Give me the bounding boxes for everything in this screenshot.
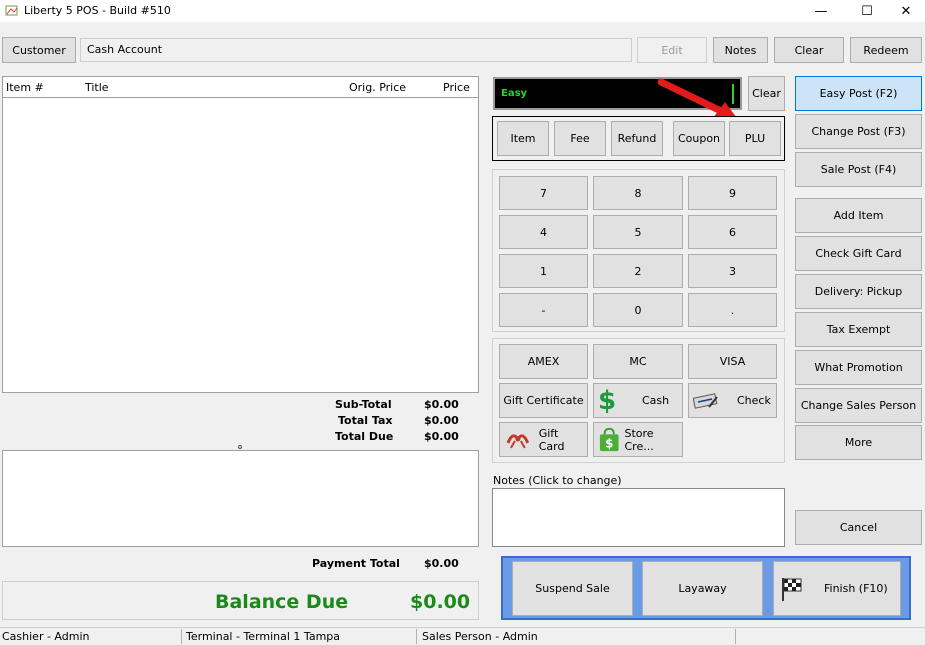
shopping-bag-icon: $ [599,427,619,451]
check-gift-card-button[interactable]: Check Gift Card [795,236,922,271]
close-button[interactable]: ✕ [883,0,925,22]
amex-button[interactable]: AMEX [499,344,588,379]
status-divider [735,629,736,644]
sale-post-button[interactable]: Sale Post (F4) [795,152,922,187]
col-item-number[interactable]: Item # [6,81,44,94]
col-orig-price[interactable]: Orig. Price [349,81,406,94]
header-clear-button[interactable]: Clear [774,37,844,63]
status-cashier: Cashier - Admin [2,630,90,643]
window-title: Liberty 5 POS - Build #510 [24,4,171,17]
cancel-button[interactable]: Cancel [795,510,922,545]
splitter-handle[interactable] [238,445,242,449]
check-icon [693,392,718,409]
status-divider [416,629,417,644]
check-button[interactable]: Check [688,383,777,418]
key-minus[interactable]: - [499,293,588,327]
layaway-button[interactable]: Layaway [642,561,763,616]
notes-button[interactable]: Notes [713,37,768,63]
total-due-label: Total Due [335,430,394,443]
notes-field[interactable] [492,488,785,547]
minimize-button[interactable]: — [798,0,844,22]
key-7[interactable]: 7 [499,176,588,210]
redeem-button[interactable]: Redeem [850,37,922,63]
easy-post-button[interactable]: Easy Post (F2) [795,76,922,111]
key-2[interactable]: 2 [593,254,683,288]
col-title[interactable]: Title [85,81,109,94]
total-tax-label: Total Tax [338,414,393,427]
customer-field[interactable]: Cash Account [80,38,632,62]
notes-label[interactable]: Notes (Click to change) [493,474,622,487]
tender-group: AMEX MC VISA Gift Certificate $ Cash Che… [492,338,785,463]
balance-due-label: Balance Due [215,591,349,613]
plu-mode-button[interactable]: PLU [729,121,781,156]
dollar-icon: $ [598,385,617,416]
key-5[interactable]: 5 [593,215,683,249]
change-sales-person-button[interactable]: Change Sales Person [795,388,922,423]
add-item-button[interactable]: Add Item [795,198,922,233]
gift-certificate-button[interactable]: Gift Certificate [499,383,588,418]
finish-button[interactable]: Finish (F10) [773,561,901,616]
fee-mode-button[interactable]: Fee [554,121,606,156]
subtotal-value: $0.00 [424,398,459,411]
check-label: Check [737,394,771,407]
key-8[interactable]: 8 [593,176,683,210]
edit-button[interactable]: Edit [637,37,707,63]
status-bar: Cashier - Admin Terminal - Terminal 1 Ta… [0,627,925,645]
checkered-flag-icon [782,577,802,601]
mc-button[interactable]: MC [593,344,683,379]
suspend-sale-button[interactable]: Suspend Sale [512,561,633,616]
key-0[interactable]: 0 [593,293,683,327]
display-mode-text: Easy [501,88,528,99]
key-9[interactable]: 9 [688,176,777,210]
title-bar: Liberty 5 POS - Build #510 — ☐ ✕ [0,0,925,22]
what-promotion-button[interactable]: What Promotion [795,350,922,385]
keypad: 7 8 9 4 5 6 1 2 3 - 0 . [492,169,785,332]
status-divider [181,629,182,644]
items-table[interactable]: Item # Title Orig. Price Price [2,76,479,393]
item-mode-button[interactable]: Item [497,121,549,156]
customer-button[interactable]: Customer [2,37,76,63]
store-credit-label: Store Cre... [624,426,654,453]
key-4[interactable]: 4 [499,215,588,249]
display-clear-button[interactable]: Clear [748,76,785,111]
mode-button-group: Item Fee Refund Coupon PLU [492,116,785,161]
items-table-header: Item # Title Orig. Price Price [3,77,478,98]
sale-actions-panel: Suspend Sale Layaway Finish (F10) [501,556,911,620]
key-1[interactable]: 1 [499,254,588,288]
store-credit-button[interactable]: $ Store Cre... [593,422,683,457]
status-terminal: Terminal - Terminal 1 Tampa [186,630,341,643]
coupon-mode-button[interactable]: Coupon [673,121,725,156]
delivery-pickup-button[interactable]: Delivery: Pickup [795,274,922,309]
visa-button[interactable]: VISA [688,344,777,379]
subtotal-label: Sub-Total [335,398,392,411]
key-6[interactable]: 6 [688,215,777,249]
more-button[interactable]: More [795,425,922,460]
payments-table[interactable] [2,450,479,547]
total-due-value: $0.00 [424,430,459,443]
payment-total-label: Payment Total [312,557,400,570]
status-sales-person: Sales Person - Admin [422,630,538,643]
cash-label: Cash [642,394,670,407]
gift-card-icon [506,433,530,448]
app-icon [5,5,18,16]
gift-card-button[interactable]: Gift Card [499,422,588,457]
payment-total-value: $0.00 [424,557,459,570]
balance-panel: Balance Due $0.00 [2,581,479,620]
finish-label: Finish (F10) [824,582,888,595]
tax-exempt-button[interactable]: Tax Exempt [795,312,922,347]
gift-card-label: Gift Card [538,426,565,453]
total-tax-value: $0.00 [424,414,459,427]
key-3[interactable]: 3 [688,254,777,288]
key-decimal[interactable]: . [688,293,777,327]
refund-mode-button[interactable]: Refund [611,121,663,156]
cash-button[interactable]: $ Cash [593,383,683,418]
col-price[interactable]: Price [443,81,470,94]
svg-text:$: $ [605,436,613,450]
balance-due-value: $0.00 [410,591,471,613]
change-post-button[interactable]: Change Post (F3) [795,114,922,149]
